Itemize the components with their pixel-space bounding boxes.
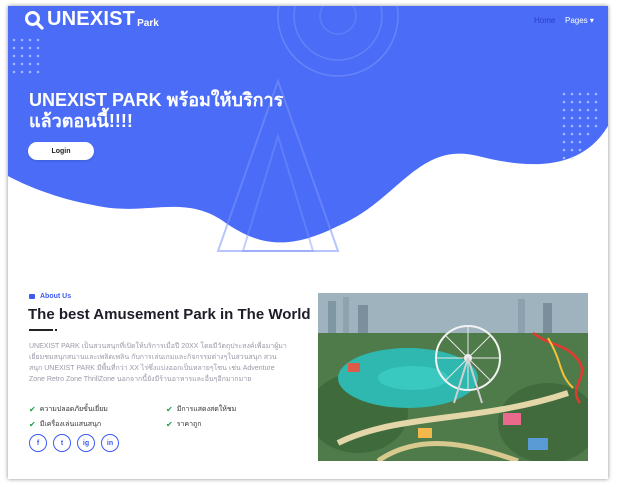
twitter-icon[interactable]: t — [53, 434, 71, 452]
nav-dropdown-pages[interactable]: Pages ▾ — [565, 16, 594, 25]
feature-item: ✔ ราคาถูก — [166, 419, 201, 430]
hero-section: UNEXIST Park Home Pages ▾ UNEXIST PARK พ… — [8, 6, 608, 266]
page-frame: UNEXIST Park Home Pages ▾ UNEXIST PARK พ… — [8, 6, 608, 479]
brand-name: UNEXIST — [47, 8, 136, 30]
check-icon: ✔ — [166, 420, 173, 429]
title-underline-dot — [55, 329, 57, 331]
linkedin-icon[interactable]: in — [101, 434, 119, 452]
about-title: The best Amusement Park in The World — [28, 306, 311, 323]
social-links: f t ig in — [29, 434, 125, 452]
tag-icon — [29, 294, 35, 299]
feature-label: ความปลอดภัยขั้นเยี่ยม — [39, 406, 108, 413]
feature-item: ✔ ความปลอดภัยขั้นเยี่ยม — [29, 404, 108, 415]
about-label: About Us — [29, 293, 71, 300]
feature-label: ราคาถูก — [176, 421, 202, 428]
facebook-icon[interactable]: f — [29, 434, 47, 452]
brand-logo[interactable]: UNEXIST Park — [24, 8, 159, 31]
check-icon: ✔ — [29, 405, 36, 414]
hero-title-line2: แล้วตอนนี้!!!! — [29, 111, 133, 131]
about-description: UNEXIST PARK เป็นสวนสนุกที่เปิดให้บริการ… — [29, 343, 287, 383]
brand-sub: Park — [137, 18, 159, 29]
title-underline — [29, 329, 53, 331]
navbar: UNEXIST Park Home Pages ▾ — [8, 6, 608, 34]
search-icon — [25, 10, 44, 30]
feature-item: ✔ มีเครื่องเล่นแสนสนุก — [29, 419, 101, 430]
feature-label: มีการแสดงสดให้ชม — [176, 406, 237, 413]
amusement-park-photo — [318, 293, 588, 461]
hero-background — [8, 6, 608, 252]
hero-title-line1: UNEXIST PARK พร้อมให้บริการ — [29, 90, 284, 110]
nav-link-home[interactable]: Home — [534, 16, 555, 25]
hero-title: UNEXIST PARK พร้อมให้บริการ แล้วตอนนี้!!… — [29, 90, 329, 132]
instagram-icon[interactable]: ig — [77, 434, 95, 452]
about-label-text: About Us — [40, 293, 72, 300]
login-button[interactable]: Login — [28, 142, 94, 160]
feature-label: มีเครื่องเล่นแสนสนุก — [39, 421, 102, 428]
feature-item: ✔ มีการแสดงสดให้ชม — [166, 404, 236, 415]
check-icon: ✔ — [166, 405, 173, 414]
check-icon: ✔ — [29, 420, 36, 429]
